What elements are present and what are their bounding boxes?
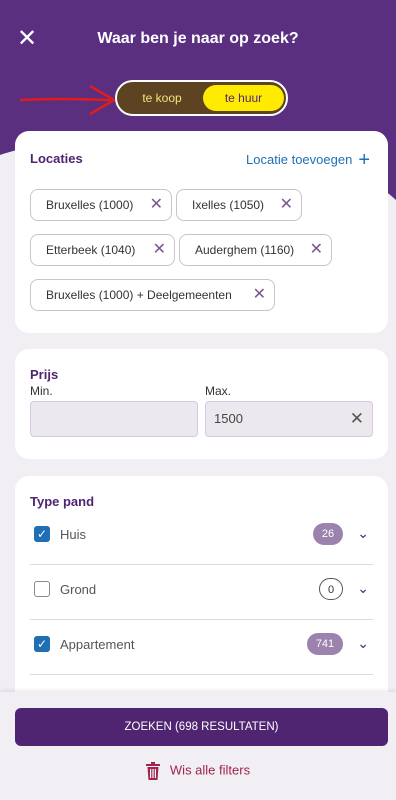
property-type-card: Type pand ✓ Huis 26 ⌄ Grond 0 ⌄ ✓ Appart… [15,476,388,716]
add-location-button[interactable]: Locatie toevoegen + [246,149,370,172]
property-type-row: ✓ Appartement 741 ⌄ [30,619,373,675]
price-card: Prijs Min. Max. 1500 ✕ [15,349,388,459]
location-chip[interactable]: Ixelles (1050) ✕ [176,189,302,221]
clear-max-price-icon[interactable]: ✕ [350,402,364,435]
property-type-label: Appartement [60,637,135,652]
min-price-label: Min. [30,384,53,398]
property-type-title: Type pand [30,494,95,509]
checkbox-checked[interactable]: ✓ [34,636,50,652]
locations-card: Locaties Locatie toevoegen + Bruxelles (1… [15,131,388,333]
red-arrow-annotation [19,84,117,116]
header: ✕ Waar ben je naar op zoek? [0,0,396,80]
chevron-down-icon[interactable]: ⌄ [357,580,369,597]
property-type-label: Grond [60,582,97,597]
remove-chip-icon[interactable]: ✕ [150,190,163,220]
location-chip-label: Etterbeek (1040) [46,243,136,257]
min-price-input[interactable] [30,401,198,437]
max-price-value: 1500 [214,411,243,426]
close-icon: ✕ [16,25,38,52]
locations-title: Locaties [30,151,83,166]
remove-chip-icon[interactable]: ✕ [280,190,293,220]
property-type-label: Huis [60,527,87,542]
toggle-option-rent[interactable]: te huur [203,85,284,111]
count-badge: 0 [319,578,343,600]
max-price-label: Max. [205,384,232,398]
plus-icon: + [358,149,370,171]
location-chip-label: Bruxelles (1000) + Deelgemeenten [46,288,232,302]
location-chip-label: Ixelles (1050) [192,198,265,212]
chevron-down-icon[interactable]: ⌄ [357,525,369,542]
clear-filters-label: Wis alle filters [169,762,251,778]
add-location-label: Locatie toevoegen [246,151,353,167]
price-title: Prijs [30,367,59,382]
property-type-row: ✓ Huis 26 ⌄ [30,509,373,565]
buy-rent-toggle: te koop te huur [115,80,288,116]
property-type-row: Grond 0 ⌄ [30,564,373,620]
location-chip-label: Bruxelles (1000) [46,198,134,212]
location-chip[interactable]: Auderghem (1160) ✕ [179,234,332,266]
clear-filters-button[interactable]: Wis alle filters [0,762,396,780]
search-button[interactable]: ZOEKEN (698 RESULTATEN) [15,708,388,746]
remove-chip-icon[interactable]: ✕ [253,280,266,310]
toggle-option-buy[interactable]: te koop [123,85,201,111]
chevron-down-icon[interactable]: ⌄ [357,635,369,652]
max-price-input[interactable]: 1500 ✕ [205,401,373,437]
count-badge: 741 [307,633,343,655]
page-title: Waar ben je naar op zoek? [97,30,299,47]
remove-chip-icon[interactable]: ✕ [310,235,323,265]
close-button[interactable]: ✕ [14,26,40,52]
location-chip[interactable]: Bruxelles (1000) + Deelgemeenten ✕ [30,279,275,311]
count-badge: 26 [313,523,343,545]
bottom-action-bar: ZOEKEN (698 RESULTATEN) Wis alle filters [0,692,396,800]
location-chip-label: Auderghem (1160) [195,243,295,257]
remove-chip-icon[interactable]: ✕ [153,235,166,265]
location-chip[interactable]: Bruxelles (1000) ✕ [30,189,172,221]
checkbox-unchecked[interactable] [34,581,50,597]
location-chip[interactable]: Etterbeek (1040) ✕ [30,234,175,266]
trash-icon [145,762,160,780]
checkbox-checked[interactable]: ✓ [34,526,50,542]
